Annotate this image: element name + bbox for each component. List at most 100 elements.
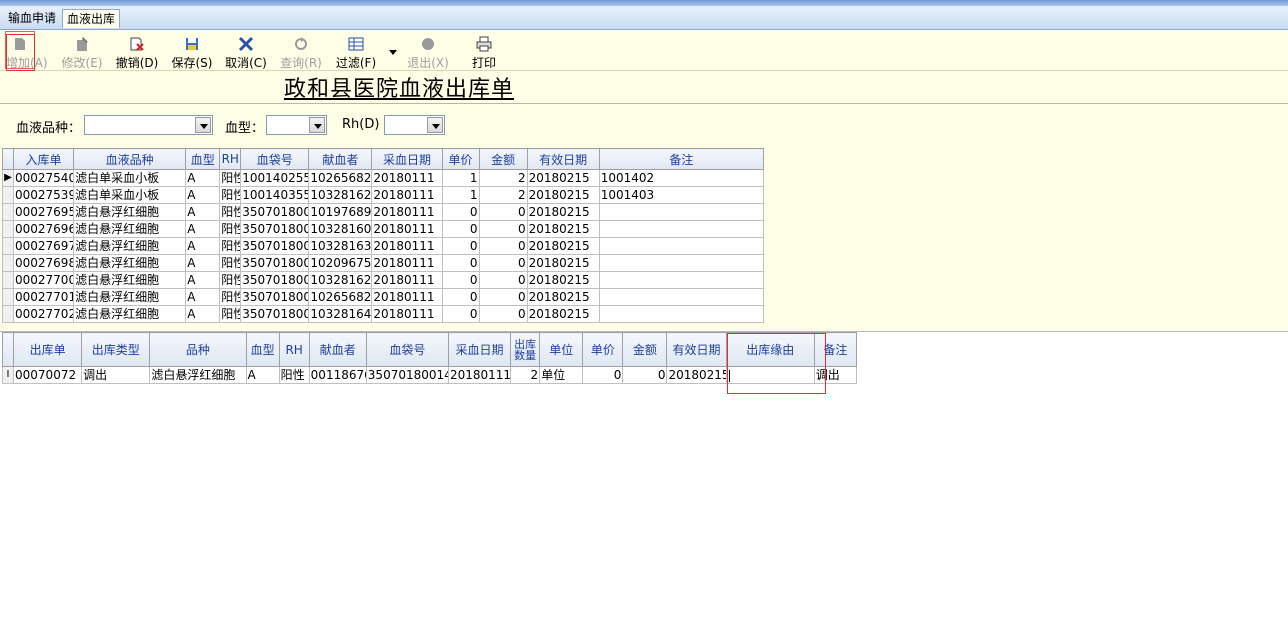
table-cell[interactable]: 20180111 — [371, 237, 443, 255]
table-cell[interactable]: 10328164 — [308, 305, 373, 323]
filter-button[interactable]: 过滤(F) — [334, 32, 378, 70]
blood-type-select[interactable] — [84, 115, 213, 135]
table-cell[interactable]: 20180111 — [371, 220, 443, 238]
table-cell[interactable]: 10265682 — [308, 169, 373, 187]
table-cell[interactable]: 0 — [478, 288, 528, 306]
table-cell[interactable]: A — [185, 220, 221, 238]
table-cell[interactable]: 0 — [478, 271, 528, 289]
table-cell[interactable]: 20180215 — [526, 186, 600, 204]
table-cell[interactable]: 滤白悬浮红细胞 — [73, 237, 187, 255]
table-cell[interactable]: 20180111 — [371, 169, 443, 187]
table-cell[interactable]: 阳性 — [219, 288, 242, 306]
table-cell[interactable] — [598, 288, 765, 306]
table-cell[interactable]: 0 — [441, 254, 480, 272]
print-button[interactable]: 打印 — [470, 32, 498, 70]
table-row[interactable]: 00027702滤白悬浮红细胞A阳性3507018001032816420180… — [2, 305, 765, 323]
table-cell[interactable]: 1 — [441, 169, 480, 187]
table-cell[interactable]: 0 — [441, 271, 480, 289]
column-header[interactable]: 单价 — [441, 148, 480, 170]
table-cell[interactable]: 单位 — [539, 366, 584, 384]
table-cell[interactable]: 00027700 — [12, 271, 75, 289]
table-cell[interactable]: 0 — [582, 366, 624, 384]
table-cell[interactable]: 0 — [478, 305, 528, 323]
column-header[interactable]: 有效日期 — [526, 148, 600, 170]
table-cell[interactable]: 350701800 — [240, 237, 310, 255]
table-cell[interactable]: A — [185, 288, 221, 306]
column-header[interactable]: 献血者 — [308, 148, 373, 170]
column-header[interactable]: 血袋号 — [240, 148, 310, 170]
table-cell[interactable]: 20180215 — [526, 271, 600, 289]
table-cell[interactable]: 阳性 — [219, 220, 242, 238]
row-indicator[interactable] — [2, 186, 14, 204]
table-cell[interactable]: 2 — [510, 366, 541, 384]
table-cell[interactable]: 20180215 — [526, 220, 600, 238]
table-cell[interactable]: 10328160 — [308, 220, 373, 238]
tab-blood-outbound[interactable]: 血液出库 — [62, 9, 121, 28]
column-header[interactable]: 金额 — [478, 148, 528, 170]
table-cell[interactable]: A — [185, 186, 221, 204]
save-button[interactable]: 保存(S) — [170, 32, 214, 70]
table-cell[interactable]: 350701800 — [240, 288, 310, 306]
table-cell[interactable]: 10328162 — [308, 186, 373, 204]
table-cell[interactable]: 滤白悬浮红细胞 — [73, 254, 187, 272]
table-cell[interactable]: 0 — [478, 237, 528, 255]
undo-button[interactable]: 撤销(D) — [115, 32, 159, 70]
table-cell[interactable]: 0 — [622, 366, 668, 384]
table-cell[interactable]: 0 — [478, 203, 528, 221]
rh-select[interactable] — [384, 115, 445, 135]
table-cell[interactable]: 阳性 — [219, 203, 242, 221]
table-cell[interactable]: 350701800 — [240, 271, 310, 289]
table-cell[interactable]: 0 — [441, 305, 480, 323]
table-cell[interactable]: A — [185, 203, 221, 221]
table-cell[interactable]: A — [185, 271, 221, 289]
table-cell[interactable]: 0 — [441, 220, 480, 238]
table-cell[interactable]: 20180111 — [371, 254, 443, 272]
column-header[interactable]: 出库单 — [13, 332, 83, 367]
table-cell[interactable]: 阳性 — [219, 186, 242, 204]
column-header[interactable]: 入库单 — [12, 148, 75, 170]
table-row[interactable]: 00027698滤白悬浮红细胞A阳性3507018001020967520180… — [2, 254, 765, 272]
table-cell[interactable]: 10328163 — [308, 237, 373, 255]
column-header[interactable]: 采血日期 — [447, 332, 512, 367]
table-cell[interactable]: 00027701 — [12, 288, 75, 306]
table-cell[interactable]: 100140355 — [240, 186, 310, 204]
row-indicator[interactable] — [2, 271, 14, 289]
column-header[interactable]: 单价 — [582, 332, 624, 367]
column-header[interactable]: 血袋号 — [365, 332, 449, 367]
table-cell[interactable] — [598, 237, 765, 255]
column-header[interactable]: 出库数量 — [510, 332, 541, 367]
table-cell[interactable]: 20180111 — [371, 271, 443, 289]
table-cell[interactable]: 00118676 — [308, 366, 367, 384]
table-cell[interactable]: 20180215 — [526, 169, 600, 187]
table-cell[interactable]: 滤白悬浮红细胞 — [73, 288, 187, 306]
table-cell[interactable]: A — [185, 169, 221, 187]
table-cell[interactable] — [598, 254, 765, 272]
table-cell[interactable]: 2 — [478, 169, 528, 187]
table-cell[interactable]: 350701800 — [240, 220, 310, 238]
table-row[interactable]: ▶00027540滤白单采血小板A阳性100140255102656822018… — [2, 169, 765, 187]
column-header[interactable]: 血型 — [185, 148, 221, 170]
table-cell[interactable]: 1 — [441, 186, 480, 204]
table-cell[interactable]: 00027702 — [12, 305, 75, 323]
column-header[interactable]: RH — [219, 148, 242, 170]
table-cell[interactable]: 00027539 — [12, 186, 75, 204]
query-button[interactable]: 查询(R) — [279, 32, 323, 70]
table-cell[interactable]: 350701800 — [240, 203, 310, 221]
column-header[interactable]: 献血者 — [308, 332, 367, 367]
table-cell[interactable]: 10328162 — [308, 271, 373, 289]
table-cell[interactable]: 滤白单采血小板 — [73, 169, 187, 187]
table-row[interactable]: 00027696滤白悬浮红细胞A阳性3507018001032816020180… — [2, 220, 765, 238]
table-cell[interactable]: 350701800 — [240, 254, 310, 272]
table-cell[interactable]: 100140255 — [240, 169, 310, 187]
table-cell[interactable]: 1001403 — [598, 186, 765, 204]
table-cell[interactable]: 阳性 — [278, 366, 310, 384]
table-cell[interactable]: 阳性 — [219, 254, 242, 272]
table-cell[interactable]: 20180215 — [526, 254, 600, 272]
table-cell[interactable]: 20180111 — [371, 203, 443, 221]
table-row[interactable]: 00027695滤白悬浮红细胞A阳性3507018001019768920180… — [2, 203, 765, 221]
table-cell[interactable]: 0 — [441, 237, 480, 255]
column-header[interactable]: 品种 — [149, 332, 247, 367]
tab-blood-request[interactable]: 输血申请 — [4, 9, 60, 28]
chevron-down-icon[interactable] — [309, 117, 325, 133]
table-cell[interactable] — [598, 203, 765, 221]
